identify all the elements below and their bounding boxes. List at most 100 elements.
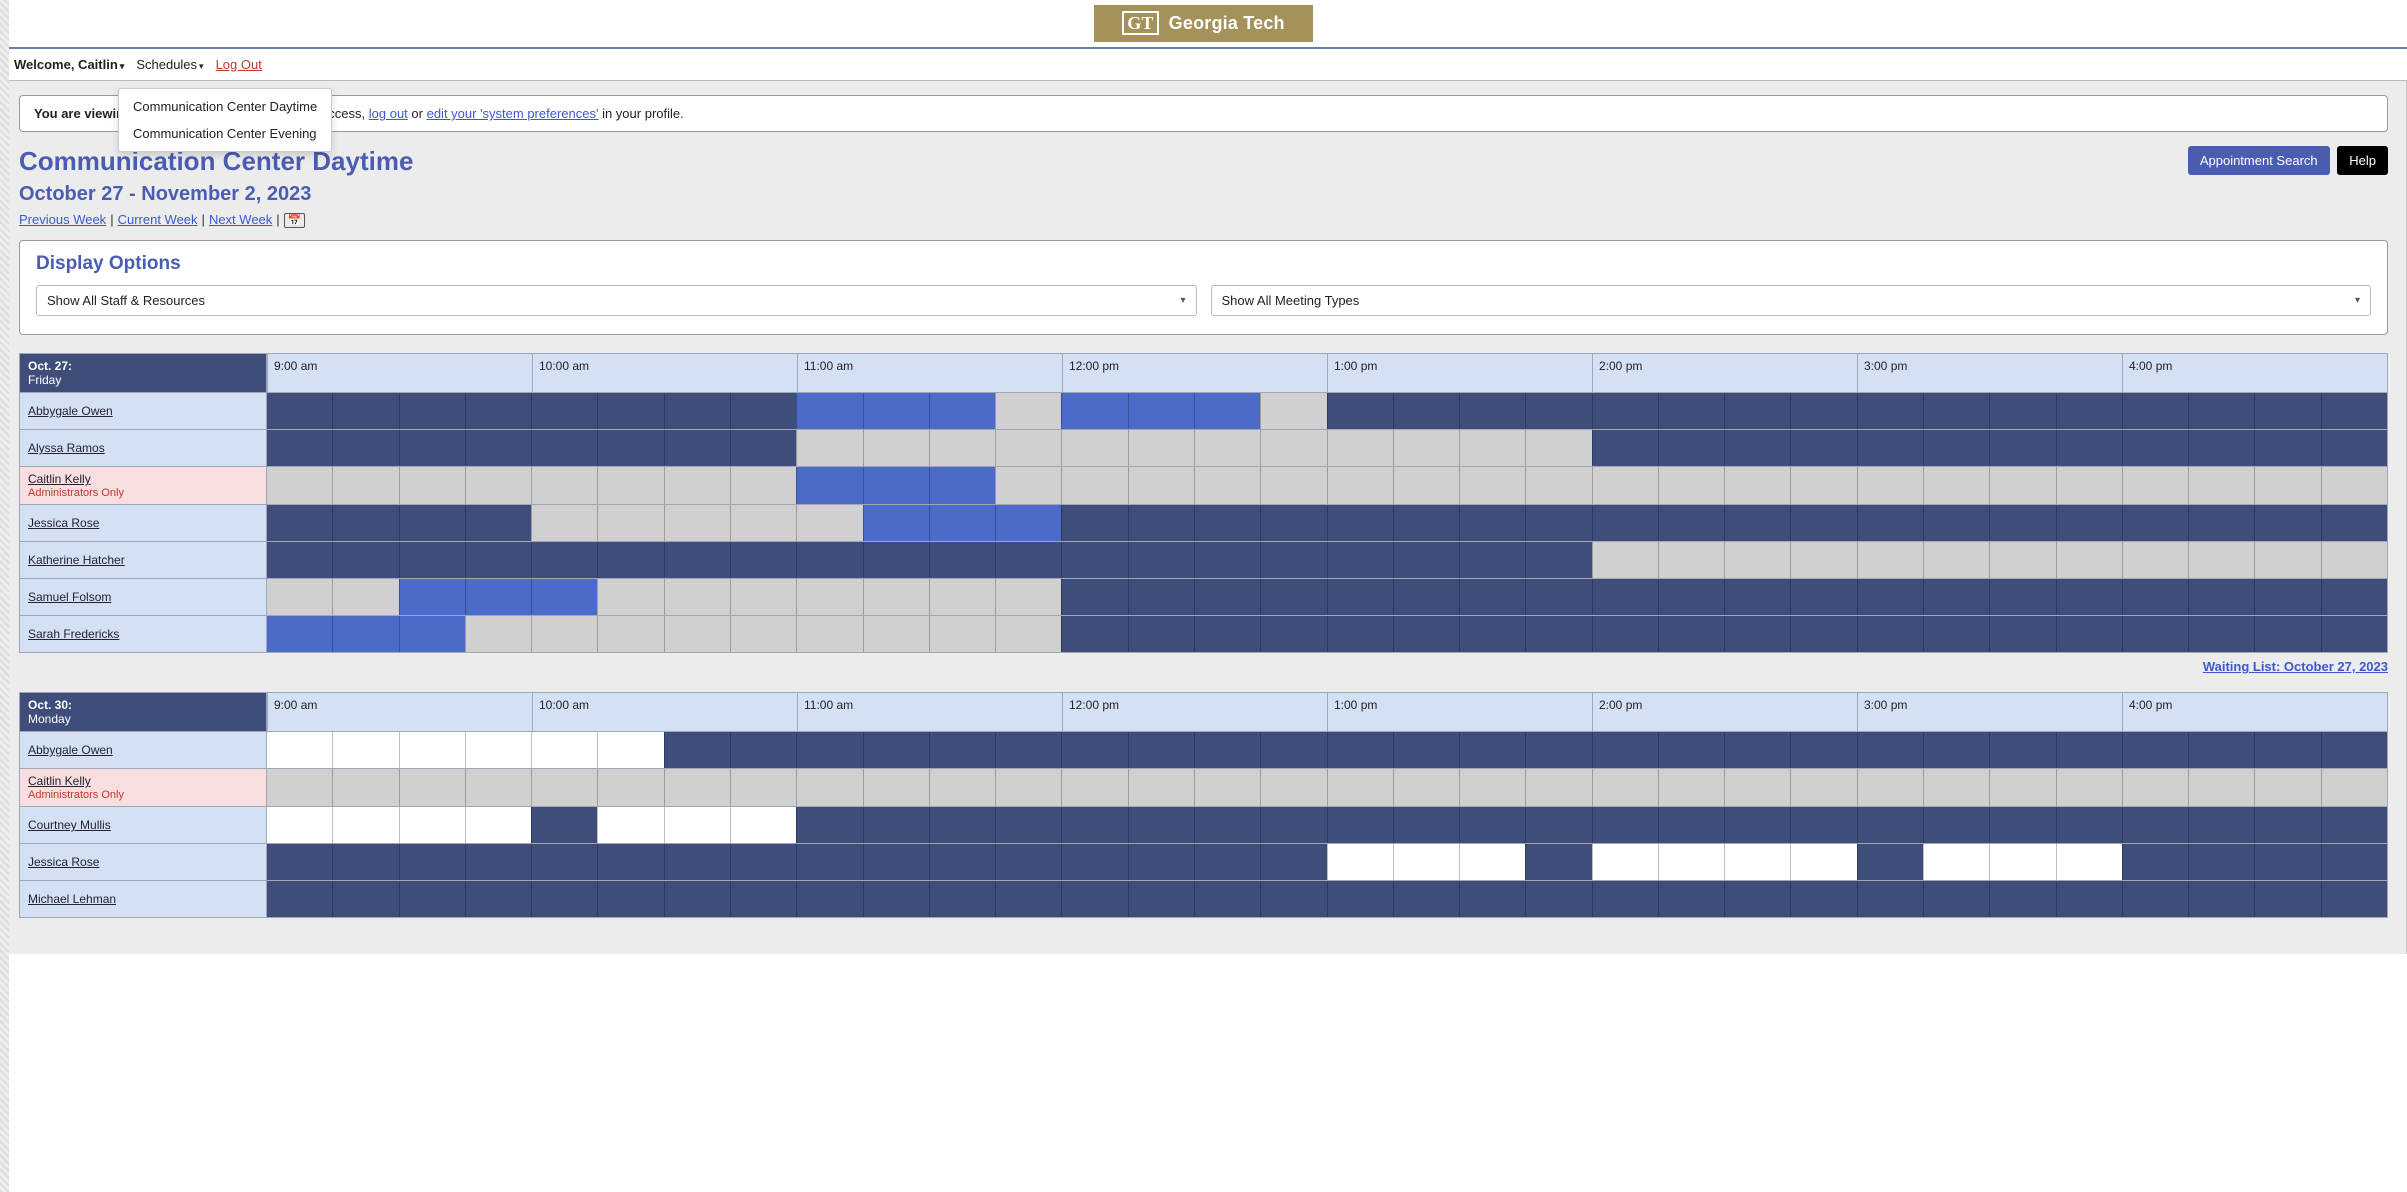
time-slot[interactable]: [2122, 430, 2188, 466]
time-slot[interactable]: [2188, 430, 2254, 466]
time-slot[interactable]: [1989, 844, 2055, 880]
time-slot[interactable]: [1790, 430, 1856, 466]
time-slot[interactable]: [2122, 807, 2188, 843]
time-slot[interactable]: [1128, 844, 1194, 880]
time-slot[interactable]: [1128, 467, 1194, 504]
staff-name-link[interactable]: Katherine Hatcher: [28, 553, 258, 567]
time-slot[interactable]: [399, 844, 465, 880]
time-slot[interactable]: [1260, 393, 1326, 429]
staff-name-link[interactable]: Sarah Fredericks: [28, 627, 258, 641]
time-slot[interactable]: [2056, 616, 2122, 652]
time-slot[interactable]: [995, 616, 1061, 652]
time-slot[interactable]: [1724, 542, 1790, 578]
time-slot[interactable]: [2254, 542, 2320, 578]
time-slot[interactable]: [2056, 732, 2122, 768]
time-slot[interactable]: [2122, 769, 2188, 806]
time-slot[interactable]: [1724, 732, 1790, 768]
calendar-icon[interactable]: 📅: [284, 213, 306, 228]
time-slot[interactable]: [1724, 505, 1790, 541]
time-slot[interactable]: [1923, 616, 1989, 652]
time-slot[interactable]: [332, 579, 398, 615]
time-slot[interactable]: [1923, 579, 1989, 615]
time-slot[interactable]: [730, 769, 796, 806]
time-slot[interactable]: [531, 616, 597, 652]
time-slot[interactable]: [2188, 616, 2254, 652]
time-slot[interactable]: [332, 616, 398, 652]
time-slot[interactable]: [929, 505, 995, 541]
time-slot[interactable]: [863, 393, 929, 429]
staff-name-link[interactable]: Courtney Mullis: [28, 818, 258, 832]
logout-link[interactable]: Log Out: [216, 57, 262, 72]
time-slot[interactable]: [2122, 616, 2188, 652]
time-slot[interactable]: [1128, 430, 1194, 466]
time-slot[interactable]: [1989, 616, 2055, 652]
time-slot[interactable]: [597, 844, 663, 880]
time-slot[interactable]: [1592, 769, 1658, 806]
time-slot[interactable]: [2056, 844, 2122, 880]
time-slot[interactable]: [995, 732, 1061, 768]
time-slot[interactable]: [1061, 732, 1127, 768]
time-slot[interactable]: [399, 807, 465, 843]
time-slot[interactable]: [1790, 393, 1856, 429]
time-slot[interactable]: [1459, 616, 1525, 652]
time-slot[interactable]: [1525, 732, 1591, 768]
time-slot[interactable]: [1061, 844, 1127, 880]
time-slot[interactable]: [1393, 844, 1459, 880]
time-slot[interactable]: [995, 542, 1061, 578]
time-slot[interactable]: [1459, 505, 1525, 541]
time-slot[interactable]: [2188, 881, 2254, 917]
time-slot[interactable]: [465, 579, 531, 615]
staff-name-link[interactable]: Caitlin Kelly: [28, 774, 258, 788]
time-slot[interactable]: [465, 769, 531, 806]
time-slot[interactable]: [730, 505, 796, 541]
staff-name-link[interactable]: Jessica Rose: [28, 855, 258, 869]
time-slot[interactable]: [1061, 769, 1127, 806]
staff-name-link[interactable]: Jessica Rose: [28, 516, 258, 530]
time-slot[interactable]: [399, 579, 465, 615]
time-slot[interactable]: [267, 616, 332, 652]
time-slot[interactable]: [664, 807, 730, 843]
time-slot[interactable]: [1260, 844, 1326, 880]
time-slot[interactable]: [1260, 769, 1326, 806]
time-slot[interactable]: [1525, 844, 1591, 880]
time-slot[interactable]: [1260, 579, 1326, 615]
time-slot[interactable]: [2321, 844, 2387, 880]
time-slot[interactable]: [1128, 807, 1194, 843]
current-week-link[interactable]: Current Week: [118, 212, 198, 227]
time-slot[interactable]: [796, 844, 862, 880]
time-slot[interactable]: [1459, 393, 1525, 429]
time-slot[interactable]: [1923, 881, 1989, 917]
time-slot[interactable]: [1989, 732, 2055, 768]
time-slot[interactable]: [1592, 881, 1658, 917]
time-slot[interactable]: [730, 542, 796, 578]
help-button[interactable]: Help: [2337, 146, 2388, 175]
time-slot[interactable]: [730, 393, 796, 429]
time-slot[interactable]: [1790, 467, 1856, 504]
time-slot[interactable]: [1857, 542, 1923, 578]
time-slot[interactable]: [730, 844, 796, 880]
time-slot[interactable]: [1459, 844, 1525, 880]
time-slot[interactable]: [1128, 881, 1194, 917]
time-slot[interactable]: [1327, 807, 1393, 843]
time-slot[interactable]: [597, 505, 663, 541]
time-slot[interactable]: [796, 505, 862, 541]
time-slot[interactable]: [1327, 393, 1393, 429]
time-slot[interactable]: [796, 732, 862, 768]
time-slot[interactable]: [1857, 393, 1923, 429]
time-slot[interactable]: [332, 844, 398, 880]
time-slot[interactable]: [1592, 542, 1658, 578]
time-slot[interactable]: [2188, 807, 2254, 843]
time-slot[interactable]: [863, 505, 929, 541]
time-slot[interactable]: [399, 393, 465, 429]
time-slot[interactable]: [399, 430, 465, 466]
time-slot[interactable]: [1061, 505, 1127, 541]
time-slot[interactable]: [2056, 769, 2122, 806]
welcome-menu[interactable]: Welcome, Caitlin▾: [14, 57, 124, 72]
time-slot[interactable]: [1857, 467, 1923, 504]
time-slot[interactable]: [1525, 393, 1591, 429]
time-slot[interactable]: [664, 769, 730, 806]
time-slot[interactable]: [267, 769, 332, 806]
time-slot[interactable]: [2188, 467, 2254, 504]
time-slot[interactable]: [1327, 505, 1393, 541]
time-slot[interactable]: [465, 732, 531, 768]
